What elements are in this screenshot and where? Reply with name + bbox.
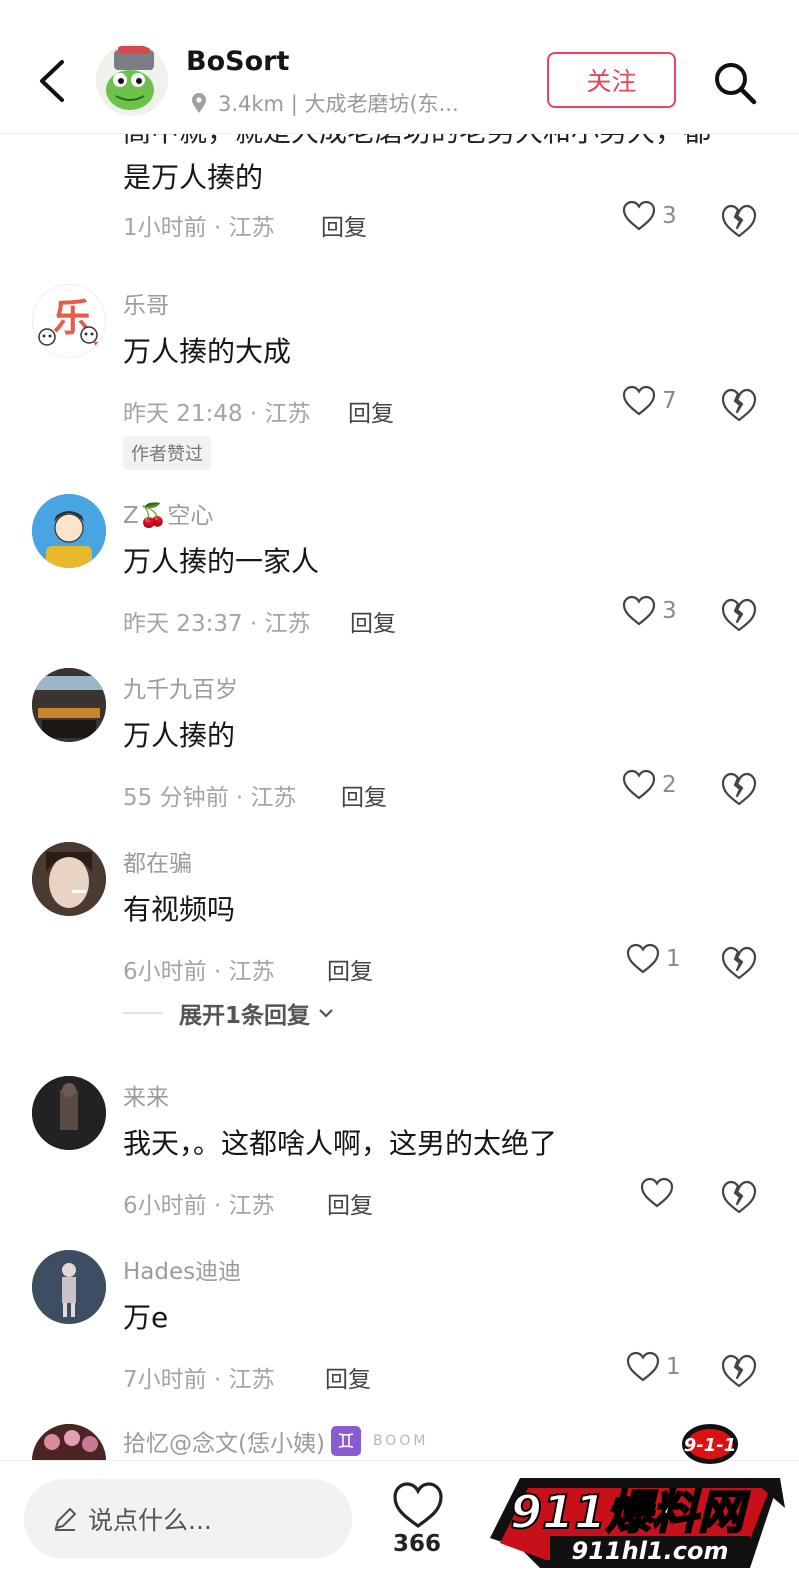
comment-username[interactable]: Hades迪迪 xyxy=(123,1252,241,1286)
header-avatar[interactable] xyxy=(96,44,168,116)
location-pin-icon xyxy=(192,93,206,113)
broken-heart-icon[interactable] xyxy=(720,1178,758,1216)
reply-button[interactable]: 回复 xyxy=(350,604,396,638)
header-location[interactable]: 3.4km | 大成老磨坊(东... xyxy=(190,88,520,118)
reply-button[interactable]: 回复 xyxy=(327,1186,373,1220)
comment-time: 6小时前 · 江苏 xyxy=(123,959,275,985)
comment-text: 万人揍的大成 xyxy=(123,335,292,368)
like-button[interactable]: 1 xyxy=(626,1351,681,1383)
comment-username-text: 拾忆@念文(恁小姨) xyxy=(123,1431,325,1457)
heart-icon xyxy=(640,1177,674,1208)
comments-page: 高中就，就是大成老磨坊的老男大和小男大，都 是万人揍的 1小时前 · 江苏 回复… xyxy=(0,0,799,1590)
broken-heart-icon[interactable] xyxy=(720,1352,758,1390)
divider xyxy=(123,1012,163,1014)
comment-input[interactable]: 说点什么... xyxy=(24,1479,352,1559)
reply-button[interactable]: 回复 xyxy=(325,1360,371,1394)
comment-text-partial-line2: 是万人揍的 xyxy=(123,161,264,194)
comment-time: 6小时前 · 江苏 xyxy=(123,1193,275,1219)
avatar[interactable] xyxy=(32,494,106,568)
comment-input-placeholder: 说点什么... xyxy=(88,1506,212,1535)
watermark-title: 911爆料网 xyxy=(510,1485,750,1539)
reply-button[interactable]: 回复 xyxy=(348,394,394,428)
comment-time: 55 分钟前 · 江苏 xyxy=(123,785,297,811)
like-count: 3 xyxy=(662,598,677,624)
broken-heart-icon[interactable] xyxy=(720,202,758,240)
comment-text: 万e xyxy=(123,1301,169,1334)
heart-icon xyxy=(622,385,656,416)
comment-list[interactable]: 高中就，就是大成老磨坊的老男大和小男大，都 是万人揍的 1小时前 · 江苏 回复… xyxy=(0,0,799,1590)
comment-time: 1小时前 · 江苏 xyxy=(123,215,275,241)
comment-time: 昨天 23:37 · 江苏 xyxy=(123,611,311,637)
comment-username[interactable]: Z🍒空心 xyxy=(123,496,213,530)
comment-username[interactable]: 都在骗 xyxy=(123,844,192,878)
reply-button[interactable]: 回复 xyxy=(321,208,367,242)
watermark-logo: 9-1-1 911爆料网 911hl1.com xyxy=(490,1424,785,1568)
broken-heart-icon[interactable] xyxy=(720,596,758,634)
heart-icon xyxy=(626,1351,660,1382)
broken-heart-icon[interactable] xyxy=(720,386,758,424)
boom-tag: BOOM xyxy=(372,1433,429,1449)
broken-heart-icon[interactable] xyxy=(720,944,758,982)
like-count: 1 xyxy=(666,1354,681,1380)
post-like-count: 366 xyxy=(392,1531,441,1557)
comment-text: 万人揍的一家人 xyxy=(123,545,320,578)
like-button[interactable]: 7 xyxy=(622,385,677,417)
like-count: 1 xyxy=(666,946,681,972)
heart-icon xyxy=(622,769,656,800)
heart-icon xyxy=(626,943,660,974)
like-count: 7 xyxy=(662,388,677,414)
like-button[interactable] xyxy=(640,1177,680,1209)
avatar[interactable] xyxy=(32,842,106,916)
heart-icon xyxy=(622,595,656,626)
like-button[interactable]: 1 xyxy=(626,943,681,975)
like-count: 2 xyxy=(662,772,677,798)
like-button[interactable]: 3 xyxy=(622,595,677,627)
expand-replies-button[interactable]: 展开1条回复 xyxy=(123,996,334,1030)
pencil-icon xyxy=(54,1507,77,1531)
chevron-down-icon xyxy=(319,1009,333,1018)
watermark-url: 911hl1.com xyxy=(572,1537,729,1565)
like-button[interactable]: 3 xyxy=(622,200,677,232)
like-count: 3 xyxy=(662,203,677,229)
reply-button[interactable]: 回复 xyxy=(341,778,387,812)
comment-username[interactable]: 九千九百岁 xyxy=(123,670,238,704)
avatar[interactable] xyxy=(32,1250,106,1324)
avatar[interactable]: 乐 xyxy=(32,284,106,358)
comment-username[interactable]: 乐哥 xyxy=(123,286,169,320)
comment-time: 昨天 21:48 · 江苏 xyxy=(123,401,311,427)
author-liked-badge: 作者赞过 xyxy=(123,436,211,470)
avatar[interactable] xyxy=(32,1076,106,1150)
broken-heart-icon[interactable] xyxy=(720,770,758,808)
comment-username[interactable]: 拾忆@念文(恁小姨) ♊ BOOM xyxy=(123,1424,428,1458)
header-username[interactable]: BoSort xyxy=(186,46,289,77)
heart-icon[interactable] xyxy=(390,1481,446,1531)
header-location-text: 3.4km | 大成老磨坊(东... xyxy=(218,92,459,116)
comment-text: 有视频吗 xyxy=(123,893,236,926)
comment-time: 7小时前 · 江苏 xyxy=(123,1367,275,1393)
comment-username[interactable]: 来来 xyxy=(123,1078,169,1112)
comment-text: 万人揍的 xyxy=(123,719,236,752)
watermark-badge: 9-1-1 xyxy=(684,1435,737,1456)
top-bar: BoSort 3.4km | 大成老磨坊(东... 关注 xyxy=(0,0,799,134)
comment-text: 我天，。这都啥人啊，这男的太绝了 xyxy=(123,1127,558,1160)
reply-button[interactable]: 回复 xyxy=(327,952,373,986)
expand-replies-label: 展开1条回复 xyxy=(179,1003,311,1029)
zodiac-badge: ♊ xyxy=(330,1426,361,1456)
search-icon[interactable] xyxy=(710,58,760,108)
follow-button[interactable]: 关注 xyxy=(547,52,676,108)
avatar[interactable] xyxy=(32,668,106,742)
back-arrow-icon[interactable] xyxy=(34,58,74,104)
heart-icon xyxy=(622,200,656,231)
like-button[interactable]: 2 xyxy=(622,769,677,801)
